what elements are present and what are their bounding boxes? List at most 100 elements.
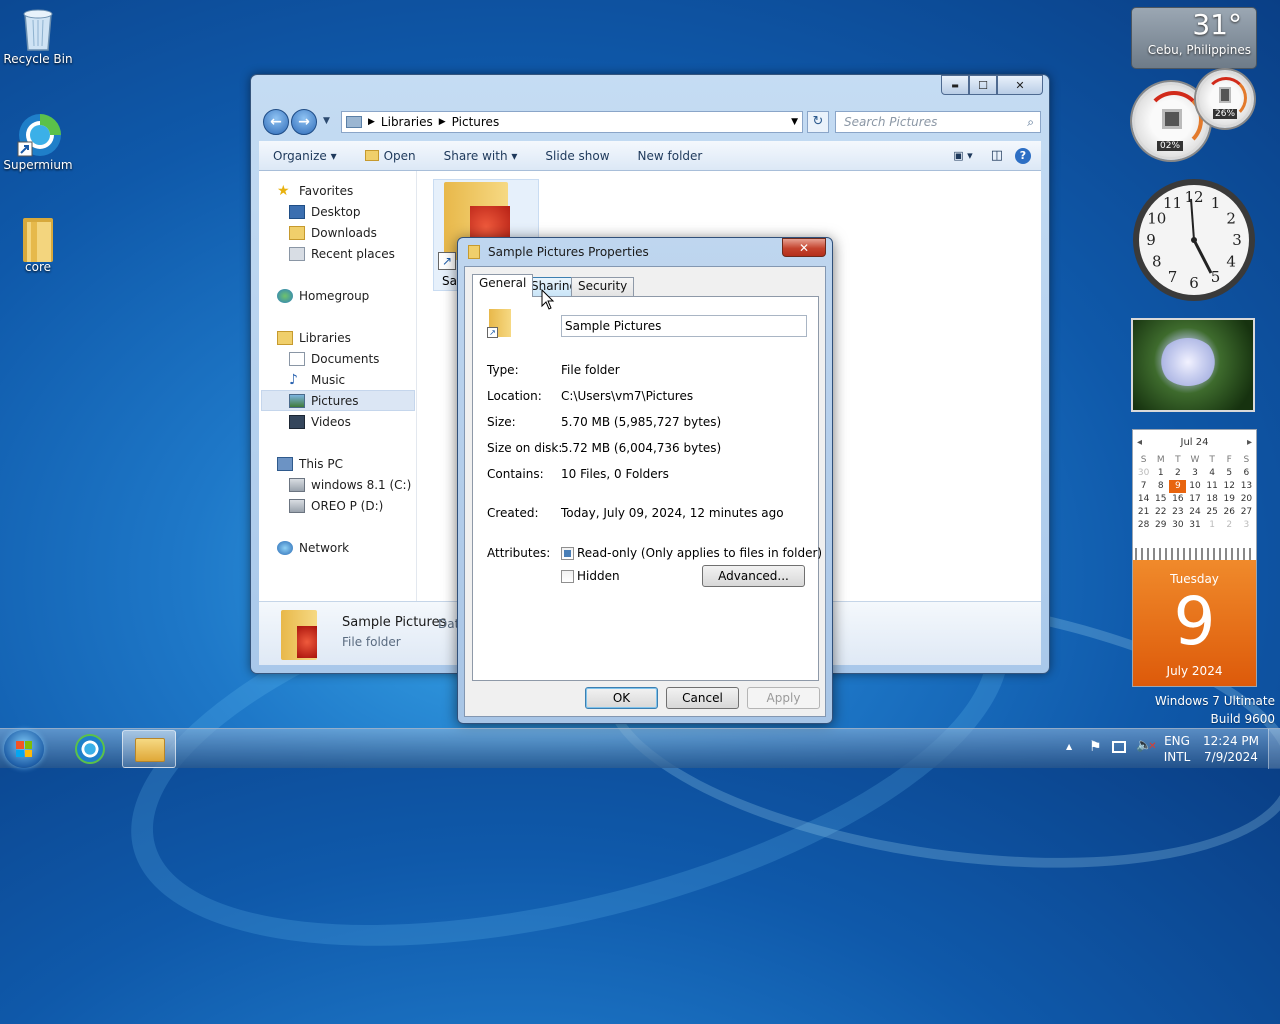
calendar-next-icon[interactable]: ▸ bbox=[1247, 437, 1252, 448]
calendar-day-cell[interactable]: 30 bbox=[1169, 519, 1186, 532]
action-center-icon[interactable]: ⚑ bbox=[1089, 739, 1102, 755]
calendar-day-cell[interactable]: 1 bbox=[1152, 467, 1169, 480]
taskbar-supermium[interactable] bbox=[64, 731, 118, 767]
address-bar[interactable]: ▶ Libraries ▶ Pictures ▼ bbox=[341, 111, 803, 133]
folder-name-input[interactable]: Sample Pictures bbox=[561, 315, 807, 337]
organize-menu[interactable]: Organize ▾ bbox=[259, 149, 351, 163]
calendar-day-cell[interactable]: 26 bbox=[1221, 506, 1238, 519]
calendar-day-cell[interactable]: 2 bbox=[1169, 467, 1186, 480]
nav-homegroup[interactable]: Homegroup bbox=[277, 286, 369, 306]
desktop-icon-recycle-bin[interactable]: Recycle Bin bbox=[0, 6, 76, 66]
clock-gadget[interactable]: 12 1 2 3 4 5 6 7 8 9 10 11 bbox=[1131, 177, 1257, 303]
properties-dialog[interactable]: Sample Pictures Properties ✕ General Sha… bbox=[457, 237, 833, 724]
readonly-checkbox[interactable] bbox=[561, 547, 574, 560]
calendar-day-cell[interactable]: 4 bbox=[1204, 467, 1221, 480]
start-button[interactable] bbox=[4, 730, 44, 768]
calendar-gadget[interactable]: ◂ Jul 24 ▸ S M T W T F S 30 1 2 3 4 5 6 7 8 9 10 11 12 13 14 1… bbox=[1132, 429, 1257, 687]
clock-display[interactable]: 12:24 PM 7/9/2024 bbox=[1198, 733, 1264, 765]
calendar-day-cell[interactable]: 18 bbox=[1204, 493, 1221, 506]
nav-documents[interactable]: Documents bbox=[289, 349, 379, 369]
calendar-day-cell[interactable]: 25 bbox=[1204, 506, 1221, 519]
calendar-day-cell[interactable]: 22 bbox=[1152, 506, 1169, 519]
desktop-icon-supermium[interactable]: Supermium bbox=[0, 112, 76, 172]
weather-gadget[interactable]: 31° Cebu, Philippines bbox=[1131, 7, 1257, 69]
calendar-day-cell[interactable]: 8 bbox=[1152, 480, 1169, 493]
cpu-meter-gadget[interactable]: 02% 26% bbox=[1130, 70, 1256, 162]
nav-music[interactable]: ♪ Music bbox=[289, 370, 345, 390]
language-indicator[interactable]: ENG INTL bbox=[1160, 733, 1194, 765]
nav-favorites[interactable]: ★ Favorites bbox=[277, 181, 353, 201]
tray-overflow-icon[interactable]: ▲ bbox=[1066, 742, 1072, 751]
breadcrumb-libraries[interactable]: Libraries bbox=[381, 115, 433, 129]
help-icon[interactable]: ? bbox=[1015, 147, 1031, 164]
calendar-day-cell[interactable]: 5 bbox=[1221, 467, 1238, 480]
nav-recent-places[interactable]: Recent places bbox=[289, 244, 395, 264]
calendar-day-cell[interactable]: 16 bbox=[1169, 493, 1186, 506]
dialog-close-button[interactable]: ✕ bbox=[782, 238, 826, 257]
address-dropdown-icon[interactable]: ▼ bbox=[787, 117, 802, 127]
calendar-day-cell[interactable]: 20 bbox=[1238, 493, 1255, 506]
calendar-day-cell[interactable]: 7 bbox=[1135, 480, 1152, 493]
breadcrumb-pictures[interactable]: Pictures bbox=[452, 115, 500, 129]
calendar-day-cell[interactable]: 23 bbox=[1169, 506, 1186, 519]
nav-drive-c[interactable]: windows 8.1 (C:) bbox=[289, 475, 411, 495]
calendar-day-cell[interactable]: 15 bbox=[1152, 493, 1169, 506]
calendar-day-cell[interactable]: 9 bbox=[1169, 480, 1187, 493]
show-desktop-button[interactable] bbox=[1268, 729, 1280, 769]
open-button[interactable]: Open bbox=[351, 149, 430, 163]
taskbar-explorer[interactable] bbox=[122, 730, 176, 768]
maximize-button[interactable]: ☐ bbox=[969, 75, 997, 95]
calendar-day-cell[interactable]: 13 bbox=[1238, 480, 1255, 493]
nav-libraries[interactable]: Libraries bbox=[277, 328, 351, 348]
calendar-day-cell[interactable]: 30 bbox=[1135, 467, 1152, 480]
calendar-day-cell[interactable]: 12 bbox=[1221, 480, 1238, 493]
preview-pane-button[interactable]: ◫ bbox=[979, 148, 1015, 163]
calendar-day-cell[interactable]: 27 bbox=[1238, 506, 1255, 519]
recent-pages-dropdown[interactable]: ▼ bbox=[323, 116, 330, 126]
slideshow-gadget[interactable] bbox=[1131, 318, 1255, 412]
forward-button[interactable]: → bbox=[291, 109, 317, 135]
slide-show-button[interactable]: Slide show bbox=[531, 149, 623, 163]
volume-muted-icon[interactable]: 🔈✕ bbox=[1136, 738, 1157, 753]
tab-general[interactable]: General bbox=[472, 274, 534, 297]
calendar-day-cell[interactable]: 10 bbox=[1186, 480, 1203, 493]
desktop-icon-core[interactable]: core bbox=[0, 214, 76, 274]
cancel-button[interactable]: Cancel bbox=[666, 687, 739, 709]
calendar-day-cell[interactable]: 28 bbox=[1135, 519, 1152, 532]
calendar-day-cell[interactable]: 14 bbox=[1135, 493, 1152, 506]
calendar-day-cell[interactable]: 19 bbox=[1221, 493, 1238, 506]
nav-videos[interactable]: Videos bbox=[289, 412, 351, 432]
tab-security[interactable]: Security bbox=[571, 277, 635, 296]
nav-this-pc[interactable]: This PC bbox=[277, 454, 343, 474]
calendar-day-cell[interactable]: 24 bbox=[1186, 506, 1203, 519]
close-button[interactable]: ✕ bbox=[997, 75, 1043, 95]
nav-pictures[interactable]: Pictures bbox=[289, 391, 359, 411]
change-view-button[interactable]: ▣ ▾ bbox=[947, 149, 978, 162]
nav-drive-d[interactable]: OREO P (D:) bbox=[289, 496, 383, 516]
minimize-button[interactable]: ▬ bbox=[941, 75, 969, 95]
calendar-day-cell[interactable]: 6 bbox=[1238, 467, 1255, 480]
nav-desktop[interactable]: Desktop bbox=[289, 202, 361, 222]
back-button[interactable]: ← bbox=[263, 109, 289, 135]
calendar-day-cell[interactable]: 3 bbox=[1238, 519, 1255, 532]
calendar-day-cell[interactable]: 11 bbox=[1204, 480, 1221, 493]
apply-button[interactable]: Apply bbox=[747, 687, 820, 709]
calendar-day-cell[interactable]: 17 bbox=[1186, 493, 1203, 506]
search-icon[interactable]: ⌕ bbox=[1027, 112, 1034, 132]
ok-button[interactable]: OK bbox=[585, 687, 658, 709]
share-with-menu[interactable]: Share with ▾ bbox=[430, 149, 532, 163]
calendar-day-cell[interactable]: 31 bbox=[1186, 519, 1203, 532]
hidden-checkbox[interactable] bbox=[561, 570, 574, 583]
calendar-day-cell[interactable]: 21 bbox=[1135, 506, 1152, 519]
calendar-day-cell[interactable]: 2 bbox=[1221, 519, 1238, 532]
nav-network[interactable]: Network bbox=[277, 538, 349, 558]
advanced-button[interactable]: Advanced... bbox=[702, 565, 805, 587]
refresh-button[interactable]: ↻ bbox=[807, 111, 829, 133]
calendar-day-cell[interactable]: 3 bbox=[1186, 467, 1203, 480]
nav-downloads[interactable]: Downloads bbox=[289, 223, 377, 243]
calendar-day-cell[interactable]: 1 bbox=[1204, 519, 1221, 532]
search-input[interactable]: Search Pictures ⌕ bbox=[835, 111, 1041, 133]
calendar-day-cell[interactable]: 29 bbox=[1152, 519, 1169, 532]
network-icon[interactable] bbox=[1112, 741, 1126, 753]
new-folder-button[interactable]: New folder bbox=[624, 149, 717, 163]
